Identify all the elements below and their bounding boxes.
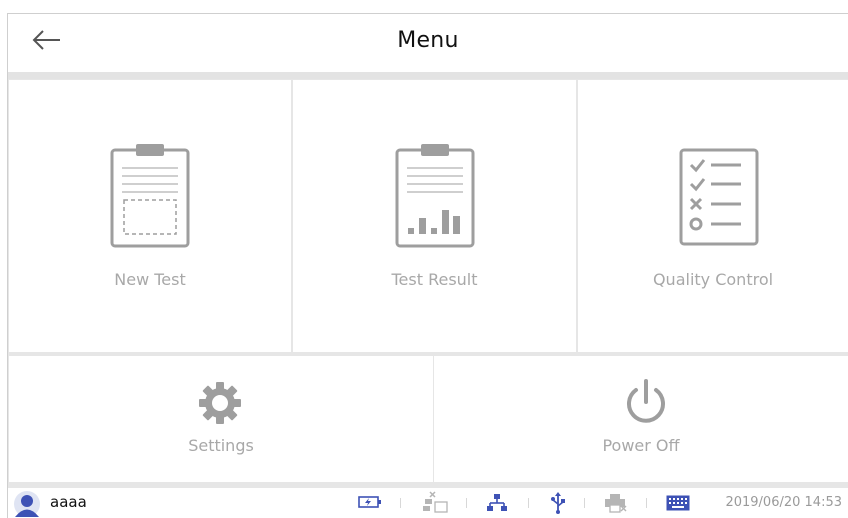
status-datetime: 2019/06/20 14:53 [725, 495, 842, 510]
printer-disconnected-icon [605, 494, 627, 513]
status-divider [400, 498, 401, 508]
status-divider [528, 498, 529, 508]
test-result-label: Test Result [391, 270, 478, 289]
power-icon [627, 379, 665, 423]
status-divider [646, 498, 647, 508]
status-divider [466, 498, 467, 508]
checklist-icon [679, 148, 759, 246]
header-bar: Menu [8, 14, 848, 72]
settings-tile[interactable]: Settings [9, 356, 433, 482]
clipboard-icon [110, 144, 190, 248]
page-title: Menu [397, 28, 459, 53]
power-off-tile[interactable]: Power Off [434, 356, 848, 482]
quality-control-tile[interactable]: Quality Control [578, 80, 848, 352]
username: aaaa [50, 493, 87, 511]
clipboard-chart-icon [395, 144, 475, 248]
network-icon [487, 494, 507, 511]
user-avatar-icon [14, 491, 40, 517]
new-test-label: New Test [114, 270, 186, 289]
keyboard-icon [666, 495, 690, 511]
status-bar: aaaa 2019/06/20 14:53 [8, 488, 848, 518]
settings-label: Settings [188, 436, 254, 455]
gear-icon [199, 382, 241, 424]
usb-icon [551, 492, 565, 514]
new-test-tile[interactable]: New Test [9, 80, 291, 352]
quality-control-label: Quality Control [652, 270, 774, 289]
header-divider [8, 72, 848, 79]
network-disconnected-icon [423, 491, 448, 513]
status-divider [584, 498, 585, 508]
test-result-tile[interactable]: Test Result [293, 80, 576, 352]
battery-charging-icon [358, 496, 381, 508]
power-off-label: Power Off [602, 436, 680, 455]
